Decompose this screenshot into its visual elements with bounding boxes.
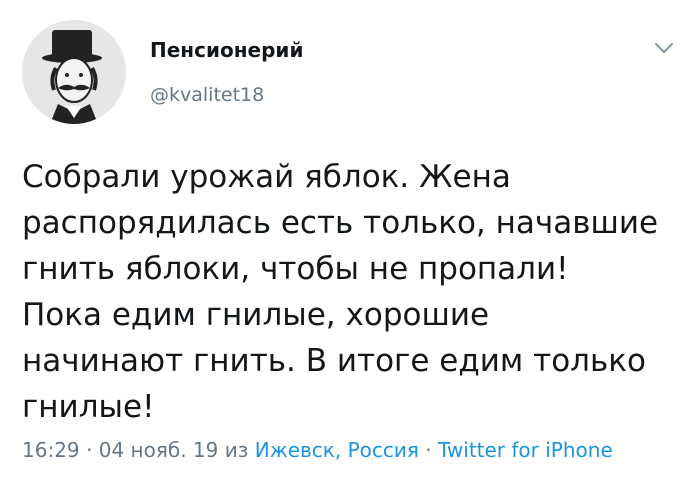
tweet-card: Пенсионерий @kvalitet18 Собрали урожай я…	[0, 0, 700, 484]
tweet-time[interactable]: 16:29	[22, 438, 80, 462]
tweet-text: Собрали урожай яблок. Жена распорядилась…	[22, 154, 682, 430]
tweet-line: гнить яблоки, чтобы не пропали!	[22, 251, 569, 287]
chevron-down-icon	[655, 43, 673, 53]
tweet-menu-button[interactable]	[650, 36, 678, 60]
author-avatar[interactable]	[22, 20, 126, 124]
tweet-source-link[interactable]: Twitter for iPhone	[438, 438, 613, 462]
tweet-line: Собрали урожай яблок. Жена	[22, 159, 511, 195]
tweet-meta: 16:29 · 04 нояб. 19 из Ижевск, Россия · …	[22, 438, 613, 462]
tweet-line: гнилые!	[22, 389, 155, 425]
gentleman-top-hat-icon	[22, 20, 126, 124]
from-label: из	[218, 438, 255, 462]
author-handle[interactable]: @kvalitet18	[150, 84, 264, 106]
tweet-location-link[interactable]: Ижевск, Россия	[255, 438, 419, 462]
separator: ·	[418, 438, 438, 462]
tweet-line: Пока едим гнилые, хорошие	[22, 297, 490, 333]
tweet-date[interactable]: 04 нояб. 19	[99, 438, 219, 462]
separator: ·	[79, 438, 99, 462]
author-display-name[interactable]: Пенсионерий	[150, 38, 303, 62]
tweet-line: распорядилась есть только, начавшие	[22, 205, 659, 241]
tweet-line: начинают гнить. В итоге едим только	[22, 343, 646, 379]
